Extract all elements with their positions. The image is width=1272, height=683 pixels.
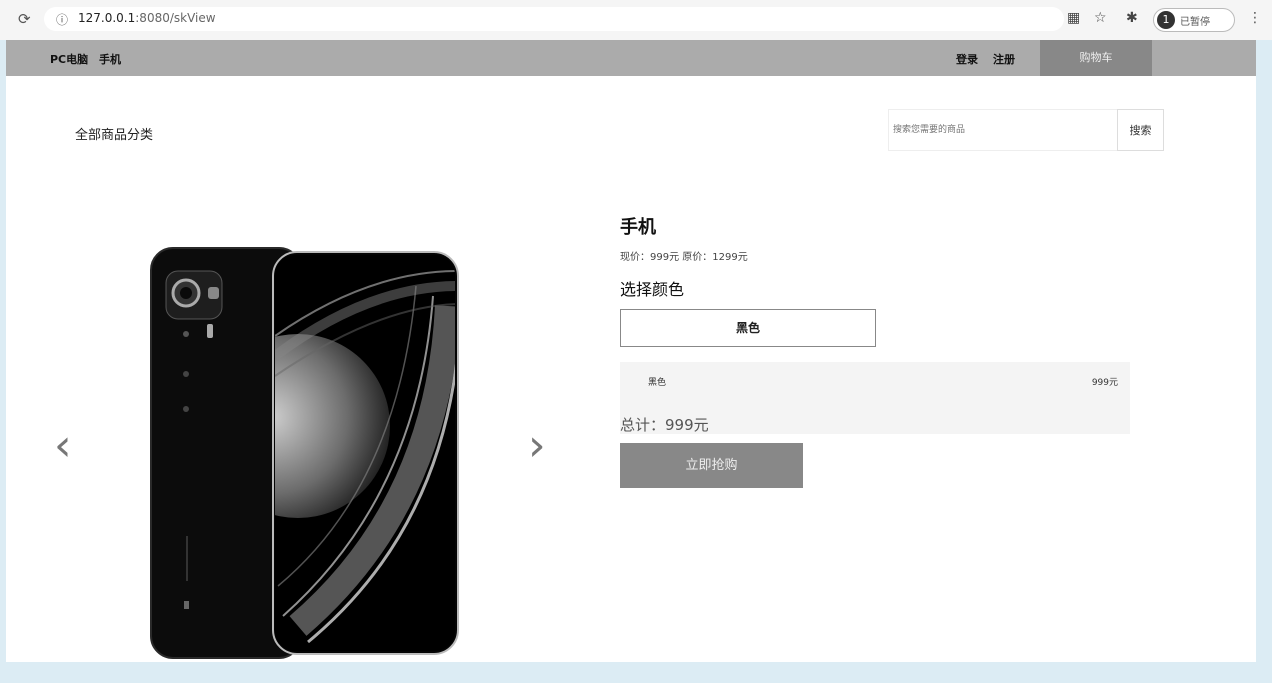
reload-icon[interactable]: ⟳ bbox=[18, 10, 31, 28]
web-page: PC电脑 手机 登录 注册 购物车 全部商品分类 搜索 ‹ bbox=[6, 40, 1256, 662]
url-path: :8080/skView bbox=[135, 11, 216, 25]
avatar: 1 bbox=[1157, 11, 1175, 29]
total-price: 总计：999元 bbox=[620, 416, 709, 434]
carousel-next-arrow-icon[interactable]: › bbox=[528, 424, 546, 468]
all-categories-link[interactable]: 全部商品分类 bbox=[75, 124, 153, 143]
cart-button[interactable]: 购物车 bbox=[1040, 40, 1152, 76]
product-image bbox=[148, 246, 468, 662]
profile-button[interactable]: 1 已暂停 bbox=[1153, 8, 1235, 32]
search-button[interactable]: 搜索 bbox=[1117, 109, 1164, 151]
address-bar[interactable]: ⓘ 127.0.0.1:8080/skView bbox=[44, 7, 1064, 31]
summary-item-price: 999元 bbox=[1091, 378, 1118, 388]
choose-color-heading: 选择颜色 bbox=[620, 280, 685, 299]
register-link[interactable]: 注册 bbox=[993, 51, 1015, 67]
browser-toolbar: ⟳ ⓘ 127.0.0.1:8080/skView ▦ ☆ ✱ 1 已暂停 ⋮ bbox=[0, 0, 1272, 40]
url-host: 127.0.0.1 bbox=[78, 11, 136, 25]
star-bookmark-icon[interactable]: ☆ bbox=[1094, 10, 1107, 26]
carousel-prev-arrow-icon[interactable]: ‹ bbox=[54, 424, 72, 468]
order-summary: 黑色 999元 总计：999元 bbox=[620, 362, 1130, 434]
top-navigation: PC电脑 手机 登录 注册 购物车 bbox=[6, 40, 1256, 76]
more-menu-icon[interactable]: ⋮ bbox=[1248, 10, 1262, 26]
url-text: 127.0.0.1:8080/skView bbox=[78, 11, 216, 25]
qr-code-icon[interactable]: ▦ bbox=[1067, 10, 1080, 26]
nav-link-pc[interactable]: PC电脑 bbox=[50, 51, 88, 67]
nav-link-phone[interactable]: 手机 bbox=[99, 51, 121, 67]
phone-illustration bbox=[150, 247, 459, 659]
profile-status: 已暂停 bbox=[1180, 17, 1210, 28]
product-title: 手机 bbox=[620, 217, 656, 238]
summary-item-name: 黑色 bbox=[648, 378, 667, 388]
search-input[interactable] bbox=[888, 109, 1118, 151]
extensions-icon[interactable]: ✱ bbox=[1126, 10, 1138, 26]
color-option-black[interactable]: 黑色 bbox=[620, 309, 876, 347]
price-line: 现价：999元 原价：1299元 bbox=[620, 252, 748, 263]
buy-now-button[interactable]: 立即抢购 bbox=[620, 443, 803, 488]
site-info-icon[interactable]: ⓘ bbox=[56, 11, 68, 28]
login-link[interactable]: 登录 bbox=[956, 51, 978, 67]
